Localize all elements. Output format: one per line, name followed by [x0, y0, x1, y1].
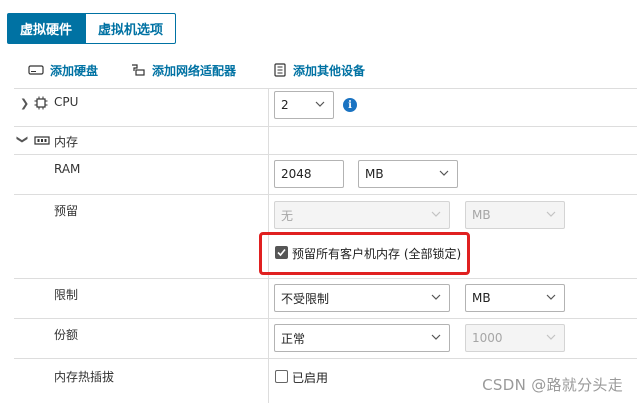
- network-adapter-icon: [132, 64, 145, 76]
- chevron-right-icon[interactable]: ❯: [20, 97, 29, 110]
- cpu-count-select[interactable]: 2: [274, 91, 334, 119]
- add-network-adapter-button[interactable]: 添加网络适配器: [130, 62, 236, 78]
- device-icon: [274, 63, 286, 77]
- memory-label: 内存: [54, 135, 79, 149]
- tab-bar: 虚拟硬件 虚拟机选项: [0, 0, 637, 44]
- reservation-select: 无: [274, 201, 450, 229]
- ram-unit-value: MB: [365, 167, 384, 181]
- reservation-unit-select: MB: [465, 201, 565, 229]
- chevron-down-icon: [315, 101, 325, 107]
- vm-hardware-editor: 虚拟硬件 虚拟机选项 添加硬盘 添加网络适配器 添加其他设备 ❯ CPU 2 i…: [0, 0, 637, 403]
- ram-value: 2048: [281, 167, 312, 181]
- add-other-device-label: 添加其他设备: [293, 63, 366, 78]
- reservation-label: 预留: [54, 204, 79, 218]
- add-disk-button[interactable]: 添加硬盘: [28, 62, 98, 78]
- limit-unit-select[interactable]: MB: [465, 284, 565, 312]
- shares-value: 正常: [281, 331, 306, 346]
- cpu-count-value: 2: [281, 98, 289, 112]
- tab-virtual-hardware[interactable]: 虚拟硬件: [7, 13, 85, 44]
- toolbar: 添加硬盘 添加网络适配器 添加其他设备: [0, 56, 637, 84]
- hard-disk-icon: [28, 65, 44, 75]
- limit-unit-value: MB: [472, 291, 491, 305]
- reservation-value: 无: [281, 208, 294, 223]
- chevron-down-icon: [546, 334, 556, 340]
- memory-header-row: ❯ 内存: [14, 126, 637, 154]
- chevron-down-icon: [546, 211, 556, 217]
- shares-number-select: 1000: [465, 324, 565, 352]
- chevron-down-icon: [439, 170, 449, 176]
- shares-number-value: 1000: [472, 331, 503, 345]
- info-icon[interactable]: i: [343, 98, 357, 112]
- annotation-highlight-box: [259, 232, 470, 275]
- shares-label: 份额: [54, 328, 79, 342]
- cpu-icon: [34, 96, 48, 110]
- memory-icon: [34, 136, 50, 145]
- chevron-down-icon: [431, 211, 441, 217]
- ram-input[interactable]: 2048: [274, 160, 344, 188]
- chevron-down-icon: [431, 334, 441, 340]
- tab-vm-options[interactable]: 虚拟机选项: [85, 13, 176, 44]
- shares-select[interactable]: 正常: [274, 324, 450, 352]
- watermark: CSDN @路就分头走: [482, 376, 623, 394]
- limit-label: 限制: [54, 288, 79, 302]
- memory-hotplug-checkbox[interactable]: [275, 370, 288, 383]
- add-other-device-button[interactable]: 添加其他设备: [273, 62, 365, 78]
- add-network-adapter-label: 添加网络适配器: [152, 63, 237, 78]
- ram-unit-select[interactable]: MB: [358, 160, 458, 188]
- reservation-unit-value: MB: [472, 208, 491, 222]
- cpu-label: CPU: [54, 95, 79, 109]
- limit-value: 不受限制: [281, 291, 330, 306]
- chevron-down-icon[interactable]: ❯: [16, 135, 29, 144]
- add-disk-label: 添加硬盘: [50, 63, 99, 78]
- chevron-down-icon: [546, 294, 556, 300]
- memory-hotplug-option-label[interactable]: 已启用: [292, 369, 328, 386]
- chevron-down-icon: [431, 294, 441, 300]
- limit-select[interactable]: 不受限制: [274, 284, 450, 312]
- ram-label: RAM: [54, 162, 81, 176]
- memory-hotplug-label: 内存热插拔: [54, 370, 115, 384]
